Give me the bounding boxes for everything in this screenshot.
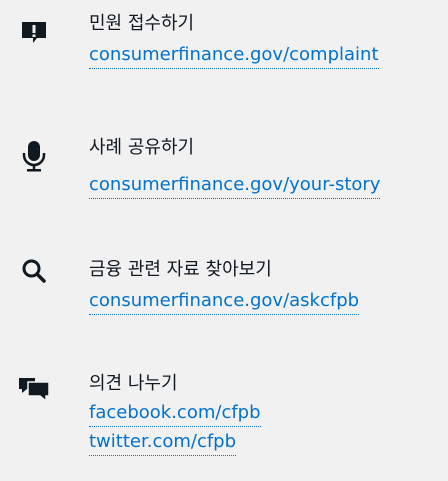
chat-bubbles-icon bbox=[14, 368, 54, 408]
twitter-link[interactable]: twitter.com/cfpb bbox=[89, 430, 237, 456]
facebook-link[interactable]: facebook.com/cfpb bbox=[89, 401, 261, 427]
complaint-link[interactable]: consumerfinance.gov/complaint bbox=[89, 43, 379, 69]
story-title: 사례 공유하기 bbox=[89, 137, 195, 158]
social-title: 의견 나누기 bbox=[89, 373, 178, 394]
search-title: 금융 관련 자료 찾아보기 bbox=[89, 259, 272, 280]
complaint-title: 민원 접수하기 bbox=[89, 13, 195, 34]
microphone-icon bbox=[14, 136, 54, 176]
search-icon bbox=[14, 251, 54, 291]
story-link[interactable]: consumerfinance.gov/your-story bbox=[89, 173, 381, 199]
complaint-icon bbox=[14, 12, 54, 52]
search-link[interactable]: consumerfinance.gov/askcfpb bbox=[89, 289, 360, 315]
